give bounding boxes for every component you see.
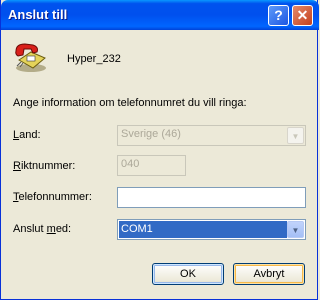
phone-number-field[interactable] (117, 187, 306, 208)
phone-number-label: Telefonnummer: (13, 191, 92, 203)
area-code-label: Riktnummer: (13, 160, 76, 172)
area-code-field[interactable]: 040 (117, 155, 186, 176)
chevron-down-icon[interactable]: ▼ (287, 221, 304, 238)
dialog-window: Anslut till ? ✕ Hyper_232 Ange informati… (0, 0, 319, 300)
country-select[interactable]: Sverige (46) ▼ (117, 125, 306, 146)
country-label: Land: (13, 129, 41, 141)
connection-name: Hyper_232 (67, 53, 121, 65)
ok-button[interactable]: OK (152, 263, 224, 285)
area-code-value: 040 (121, 158, 140, 170)
phone-icon (15, 43, 46, 72)
country-value: Sverige (46) (121, 128, 181, 140)
connect-with-label: Anslut med: (13, 223, 72, 235)
title-bar[interactable]: Anslut till ? ✕ (1, 0, 319, 30)
connect-with-value: COM1 (119, 221, 287, 238)
help-button[interactable]: ? (268, 5, 289, 26)
connect-with-select[interactable]: COM1 ▼ (117, 219, 306, 240)
info-text: Ange information om telefonnumret du vil… (13, 97, 247, 109)
window-title: Anslut till (8, 7, 68, 22)
close-button[interactable]: ✕ (292, 5, 313, 26)
chevron-down-icon[interactable]: ▼ (287, 127, 304, 144)
cancel-button[interactable]: Avbryt (233, 263, 305, 285)
